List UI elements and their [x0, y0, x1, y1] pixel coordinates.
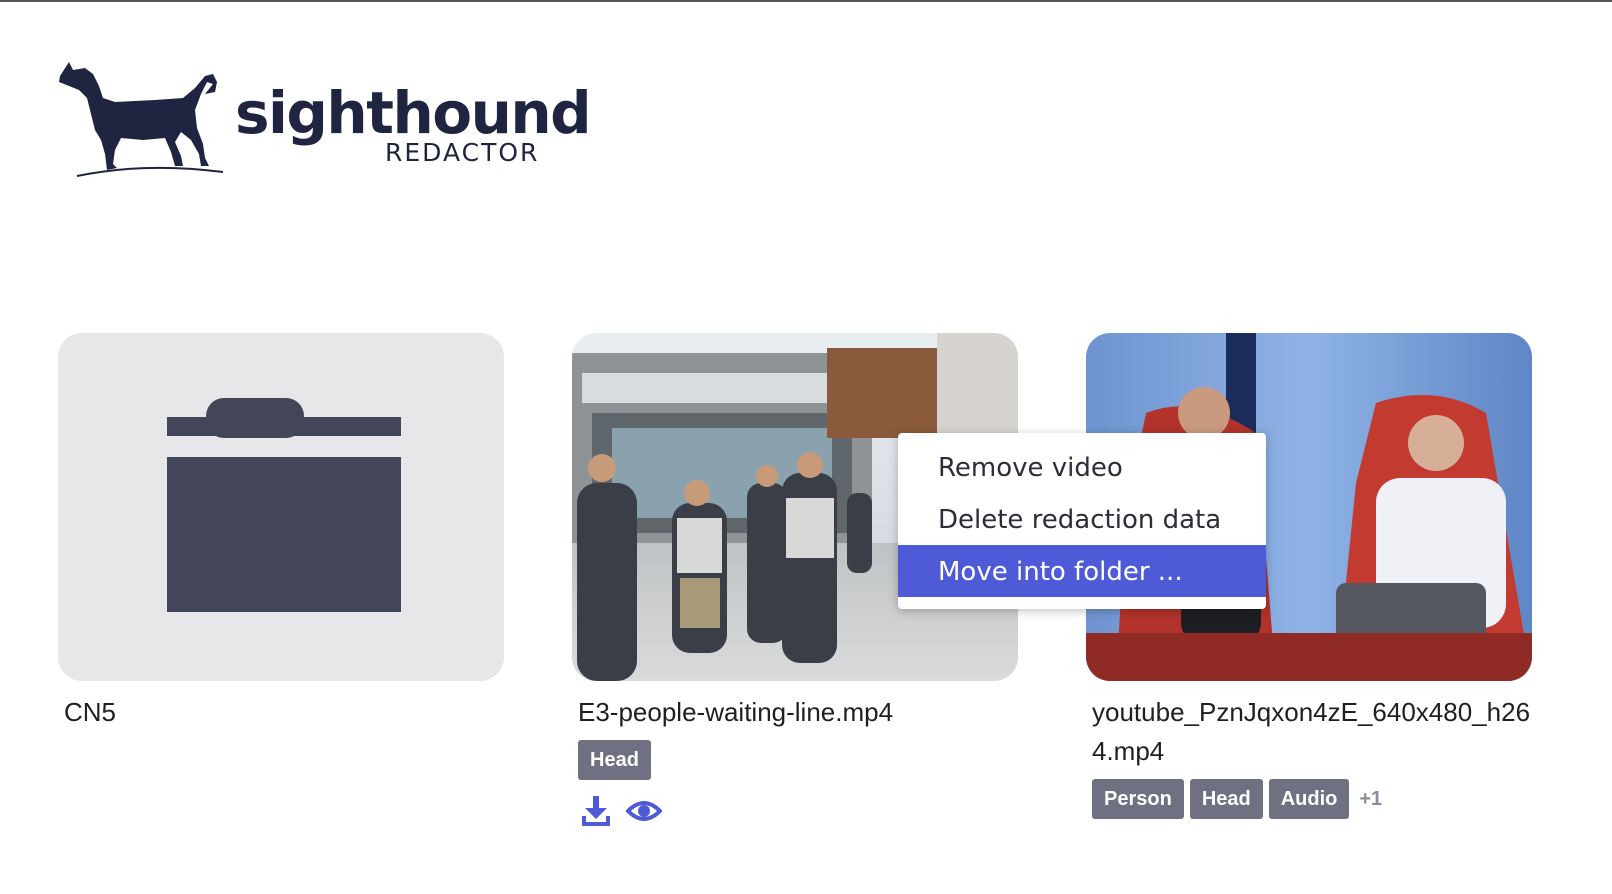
tag-head: Head — [578, 740, 651, 780]
tag-list: Head — [578, 740, 1018, 780]
more-tags-count[interactable]: +1 — [1359, 788, 1382, 811]
context-menu: Remove video Delete redaction data Move … — [898, 433, 1266, 609]
greyhound-logo-icon — [59, 62, 224, 177]
video-title-e3[interactable]: E3-people-waiting-line.mp4 — [578, 693, 1018, 732]
download-icon[interactable] — [580, 794, 612, 833]
tag-head: Head — [1189, 779, 1263, 819]
tag-person: Person — [1092, 779, 1184, 819]
video-title-youtube[interactable]: youtube_PznJqxon4zE_640x480_h264.mp4 — [1092, 693, 1532, 771]
folder-title[interactable]: CN5 — [64, 693, 504, 732]
menu-item-move-into-folder[interactable]: Move into folder ... — [898, 545, 1266, 597]
menu-item-delete-redaction-data[interactable]: Delete redaction data — [898, 493, 1266, 545]
folder-thumbnail[interactable] — [58, 333, 504, 681]
top-border — [0, 0, 1612, 2]
video-actions — [580, 794, 1018, 833]
folder-card[interactable]: CN5 — [58, 333, 504, 732]
logo-wordmark: sighthound — [235, 79, 592, 147]
menu-item-remove-video[interactable]: Remove video — [898, 441, 1266, 493]
folder-icon — [167, 398, 401, 612]
tag-audio: Audio — [1268, 779, 1350, 819]
sighthound-logo: sighthound REDACTOR — [55, 58, 592, 183]
logo-subtitle: REDACTOR — [385, 138, 540, 167]
tag-list: Person Head Audio +1 — [1092, 779, 1532, 819]
eye-icon[interactable] — [625, 797, 663, 830]
